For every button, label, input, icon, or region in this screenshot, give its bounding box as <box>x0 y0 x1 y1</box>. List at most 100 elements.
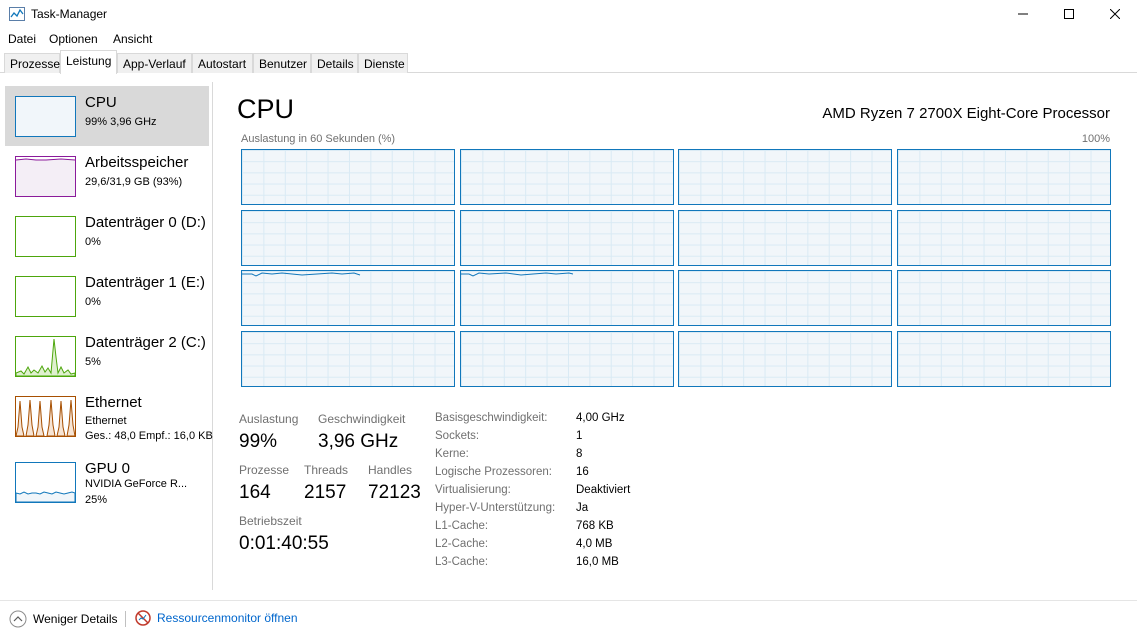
menu-file[interactable]: Datei <box>8 32 36 46</box>
threads-value: 2157 <box>304 482 347 503</box>
disk-thumbnail-graph <box>15 216 76 257</box>
core-usage-line <box>460 272 573 277</box>
footer-bar: Weniger Details Ressourcenmonitor öffnen <box>0 600 1137 641</box>
sidebar-item-label: Arbeitsspeicher <box>85 154 189 171</box>
logical-processor-graph <box>459 209 674 266</box>
sidebar-item-cpu[interactable]: CPU 99% 3,96 GHz <box>5 86 209 146</box>
sidebar-item-label: Datenträger 0 (D:) <box>85 214 206 231</box>
logical-processor-graph <box>241 209 455 266</box>
logical-processor-graph <box>459 270 674 326</box>
gpu-usage-sparkline <box>16 491 75 502</box>
memory-thumbnail-graph <box>15 156 76 197</box>
sidebar-item-label: CPU <box>85 94 117 111</box>
sidebar-item-gpu[interactable]: GPU 0 NVIDIA GeForce R... 25% <box>5 452 209 512</box>
close-icon <box>1110 9 1120 19</box>
close-button[interactable] <box>1092 0 1137 28</box>
logical-processor-graph <box>241 270 455 326</box>
sidebar-item-memory[interactable]: Arbeitsspeicher 29,6/31,9 GB (93%) <box>5 146 209 206</box>
spec-key: Hyper-V-Unterstützung: <box>435 502 556 514</box>
spec-value: 16,0 MB <box>576 556 619 568</box>
logical-processor-graph <box>459 149 674 205</box>
sidebar-item-value: 99% 3,96 GHz <box>85 116 157 128</box>
menu-view[interactable]: Ansicht <box>113 32 152 46</box>
minimize-button[interactable] <box>1000 0 1046 28</box>
sidebar-item-label: Datenträger 1 (E:) <box>85 274 206 291</box>
logical-processor-graph <box>241 149 455 205</box>
resource-monitor-label: Ressourcenmonitor öffnen <box>157 611 298 625</box>
minimize-icon <box>1018 13 1028 15</box>
spec-value: 4,00 GHz <box>576 412 625 424</box>
sidebar-item-value: 0% <box>85 296 101 308</box>
maximize-button[interactable] <box>1046 0 1092 28</box>
page-title: CPU <box>237 94 295 124</box>
speed-value: 3,96 GHz <box>318 431 399 452</box>
tab-processes[interactable]: Prozesse <box>4 53 60 73</box>
chevron-up-icon <box>9 610 27 628</box>
sidebar-item-disk-0[interactable]: Datenträger 0 (D:) 0% <box>5 206 209 266</box>
processes-label: Prozesse <box>239 463 290 477</box>
menu-options[interactable]: Optionen <box>49 32 98 46</box>
logical-processor-graph <box>896 149 1111 205</box>
spec-value: Deaktiviert <box>576 484 631 496</box>
task-manager-icon <box>9 7 25 21</box>
core-usage-line <box>242 272 361 277</box>
title-bar: Task-Manager <box>0 0 1137 28</box>
logical-processor-graph <box>678 330 892 387</box>
processes-value: 164 <box>239 482 271 503</box>
sidebar-item-value: 5% <box>85 356 101 368</box>
graph-max-label: 100% <box>1081 133 1110 145</box>
handles-value: 72123 <box>368 482 421 503</box>
sidebar-item-usage: 25% <box>85 494 108 506</box>
logical-processor-graph <box>896 330 1111 387</box>
sidebar-item-value: Ethernet <box>85 415 127 427</box>
spec-key: Virtualisierung: <box>435 484 511 496</box>
spec-key: Logische Prozessoren: <box>435 466 552 478</box>
utilization-value: 99% <box>239 431 278 452</box>
cpu-detail-panel: CPU AMD Ryzen 7 2700X Eight-Core Process… <box>214 82 1137 590</box>
uptime-label: Betriebszeit <box>239 514 302 528</box>
processor-name: AMD Ryzen 7 2700X Eight-Core Processor <box>822 105 1110 122</box>
logical-processor-graph <box>459 330 674 387</box>
spec-value: 1 <box>576 430 583 442</box>
disk-thumbnail-graph <box>15 336 76 377</box>
sidebar-item-disk-1[interactable]: Datenträger 1 (E:) 0% <box>5 266 209 326</box>
tab-services[interactable]: Dienste <box>358 53 408 73</box>
spec-value: Ja <box>576 502 589 514</box>
tab-bar: Prozesse Leistung App-Verlauf Autostart … <box>0 50 1137 74</box>
resource-sidebar: CPU 99% 3,96 GHz Arbeitsspeicher 29,6/31… <box>0 82 213 590</box>
window-title: Task-Manager <box>31 7 108 21</box>
tab-app-history[interactable]: App-Verlauf <box>117 53 192 73</box>
sidebar-item-disk-2[interactable]: Datenträger 2 (C:) 5% <box>5 326 209 386</box>
utilization-label: Auslastung <box>239 412 299 426</box>
spec-key: L1-Cache: <box>435 520 489 532</box>
logical-processor-graph <box>678 149 892 205</box>
cpu-thumbnail-graph <box>15 96 76 137</box>
resource-monitor-link[interactable]: Ressourcenmonitor öffnen <box>135 610 298 626</box>
logical-processor-graphs[interactable] <box>241 149 1111 387</box>
spec-value: 16 <box>576 466 589 478</box>
memory-usage-fill <box>16 158 75 196</box>
spec-key: Kerne: <box>435 448 469 460</box>
sidebar-item-ethernet[interactable]: Ethernet Ethernet Ges.: 48,0 Empf.: 16,0… <box>5 386 213 446</box>
logical-processor-graph <box>896 209 1111 266</box>
menu-bar: Datei Optionen Ansicht <box>0 29 1137 49</box>
logical-processor-graph <box>241 330 455 387</box>
ethernet-activity-sparkline <box>16 399 75 436</box>
sidebar-item-value: 29,6/31,9 GB (93%) <box>85 176 183 188</box>
spec-value: 4,0 MB <box>576 538 613 550</box>
resource-monitor-icon <box>135 610 151 626</box>
spec-key: Basisgeschwindigkeit: <box>435 412 548 424</box>
ethernet-thumbnail-graph <box>15 396 76 437</box>
speed-label: Geschwindigkeit <box>318 412 406 426</box>
tab-performance[interactable]: Leistung <box>60 50 117 74</box>
disk-thumbnail-graph <box>15 276 76 317</box>
sidebar-item-label: GPU 0 <box>85 460 131 477</box>
spec-key: Sockets: <box>435 430 480 442</box>
sidebar-item-label: Ethernet <box>85 394 142 411</box>
tab-startup[interactable]: Autostart <box>192 53 253 73</box>
fewer-details-button[interactable]: Weniger Details <box>9 610 117 628</box>
tab-users[interactable]: Benutzer <box>253 53 311 73</box>
tab-details[interactable]: Details <box>311 53 358 73</box>
disk-activity-sparkline <box>16 338 75 376</box>
sidebar-item-value: NVIDIA GeForce R... <box>85 478 188 490</box>
